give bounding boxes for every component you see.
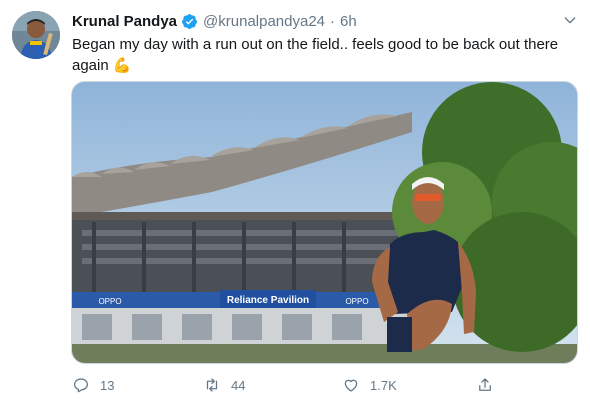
share-button[interactable] xyxy=(476,374,504,396)
author-name[interactable]: Krunal Pandya xyxy=(72,13,177,30)
retweet-button[interactable]: 44 xyxy=(203,374,245,396)
stadium-sign-label: Reliance Pavilion xyxy=(227,295,309,306)
tweet-timestamp[interactable]: 6h xyxy=(340,13,357,30)
header-separator: · xyxy=(330,12,336,30)
avatar[interactable] xyxy=(12,11,60,59)
chevron-down-icon[interactable] xyxy=(562,12,578,28)
tweet-text: Began my day with a run out on the field… xyxy=(72,34,577,76)
like-button[interactable]: 1.7K xyxy=(342,374,397,396)
author-handle[interactable]: @krunalpandya24 xyxy=(203,13,325,30)
share-icon xyxy=(479,378,491,391)
flexed-biceps-emoji: 💪 xyxy=(112,57,132,74)
tweet-text-body: Began my day with a run out on the field… xyxy=(72,36,559,74)
reply-icon xyxy=(73,378,89,393)
like-count: 1.7K xyxy=(370,377,397,393)
sign-left-label: OPPO xyxy=(98,297,121,306)
tweet-actions: 13 44 1.7K xyxy=(72,374,502,396)
reply-count: 13 xyxy=(100,377,115,393)
tweet-card[interactable]: Krunal Pandya @krunalpandya24 · 6h Began… xyxy=(0,0,590,406)
media-image: Reliance Pavilion OPPO OPPO xyxy=(72,82,577,363)
heart-icon xyxy=(344,379,358,392)
avatar-image xyxy=(12,11,60,59)
tweet-media[interactable]: Reliance Pavilion OPPO OPPO xyxy=(71,81,578,364)
sign-right-label: OPPO xyxy=(345,297,368,306)
verified-badge-icon xyxy=(182,13,197,29)
retweet-count: 44 xyxy=(231,377,246,393)
tweet-header: Krunal Pandya @krunalpandya24 · 6h xyxy=(72,11,357,31)
reply-button[interactable]: 13 xyxy=(72,374,114,396)
retweet-icon xyxy=(206,378,218,392)
